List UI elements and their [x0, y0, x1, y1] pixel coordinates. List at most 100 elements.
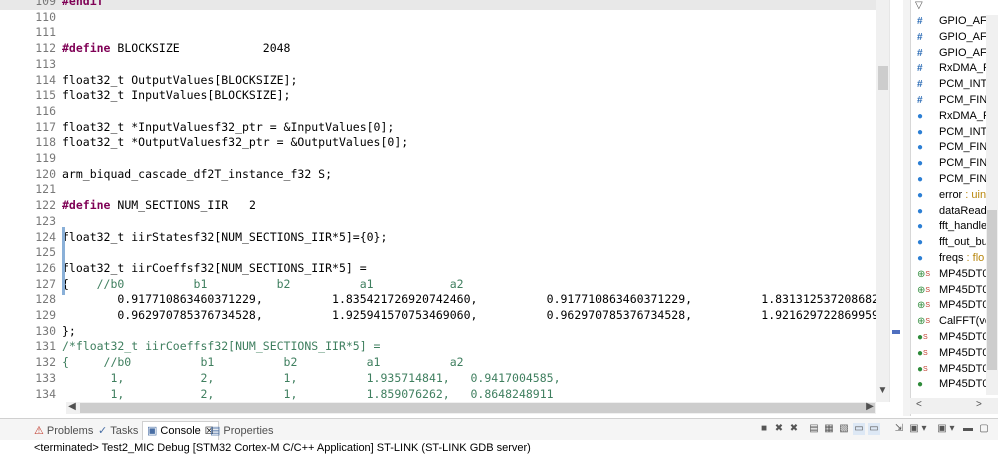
display-selected-console-icon[interactable]: ▣ [908, 423, 920, 435]
tab-problems[interactable]: ⚠ Problems [34, 422, 93, 440]
tab-properties[interactable]: ▤ Properties [210, 422, 274, 440]
editor-vertical-scrollbar[interactable] [876, 0, 889, 402]
outline-item[interactable]: ●S MP45DT0 [917, 330, 989, 346]
code-token: NUM_SECTIONS_IIR 2 [110, 198, 256, 213]
outline-item-label: MP45DT0 [939, 283, 989, 296]
outline-item[interactable]: # GPIO_AFF [917, 46, 993, 62]
macro-icon: # [917, 63, 923, 75]
line-number: 116 [35, 103, 56, 118]
word-wrap-icon[interactable]: ▧ [838, 423, 850, 435]
remove-all-terminated-icon[interactable]: ✖ [788, 423, 800, 435]
remove-launch-icon[interactable]: ✖ [773, 423, 785, 435]
code-line[interactable]: 112 #define BLOCKSIZE 2048 [0, 41, 876, 57]
code-line[interactable]: 126 float32_t iirCoeffsf32[NUM_SECTIONS_I… [0, 261, 876, 277]
code-line[interactable]: 131 /*float32_t iirCoeffsf32[NUM_SECTIONS… [0, 339, 876, 355]
overview-ruler[interactable] [889, 0, 904, 402]
show-on-stderr-icon[interactable]: ▭ [868, 423, 880, 435]
outline-item[interactable]: # PCM_INTI [917, 77, 990, 93]
variable-icon: ● [917, 110, 924, 122]
editor-vertical-scroll-thumb[interactable] [878, 66, 888, 90]
outline-item[interactable]: ⊕S MP45DT0 [917, 283, 989, 299]
scroll-lock-icon[interactable]: ▦ [823, 423, 835, 435]
outline-item[interactable]: ⊕S CalFFT(vc [917, 314, 990, 330]
outline-horizontal-scrollbar[interactable]: < > [910, 398, 998, 414]
show-on-stdout-icon[interactable]: ▭ [853, 423, 865, 435]
outline-item[interactable]: ● fft_out_bu [917, 235, 988, 251]
minimize-icon[interactable]: ▬ [962, 423, 974, 435]
outline-item-label: PCM_FIN/ [939, 141, 991, 154]
code-line[interactable]: 129 0.962970785376734528, 1.925941570753… [0, 308, 893, 324]
scroll-down-arrow-icon[interactable]: ▼ [876, 384, 889, 398]
code-line[interactable]: 128 0.917710863460371229, 1.835421726920… [0, 292, 893, 308]
tab-tasks[interactable]: ✓ Tasks [98, 422, 138, 440]
outline-item[interactable]: ● fft_handle [917, 219, 987, 235]
comment-token: 1, 2, 1, 1.859076262, 0.8648248911 [62, 386, 554, 401]
code-line[interactable]: 127 { //b0 b1 b2 a1 a2 [0, 277, 876, 293]
outline-item[interactable]: # GPIO_AFF [917, 30, 993, 46]
outline-item[interactable]: ● PCM_INTI [917, 125, 990, 141]
outline-item[interactable]: ● PCM_FIN/ [917, 156, 990, 172]
clear-console-icon[interactable]: ▤ [808, 423, 820, 435]
static-badge-icon: S [925, 302, 931, 310]
code-token: }; [62, 323, 76, 338]
outline-item[interactable]: ● MP45DT0 [917, 377, 989, 393]
outline-item[interactable]: ● freqs : flo [917, 251, 984, 267]
outline-scroll-left-icon[interactable]: < [916, 399, 922, 410]
macro-icon: # [917, 95, 923, 106]
outline-scroll-thumb[interactable] [987, 210, 997, 370]
code-line[interactable]: 113 [0, 57, 876, 73]
maximize-icon[interactable]: ▢ [978, 423, 990, 435]
terminate-icon[interactable]: ■ [758, 423, 770, 435]
outline-item[interactable]: ● RxDMA_F [917, 109, 990, 125]
console-output[interactable]: <terminated> Test2_MIC Debug [STM32 Cort… [0, 440, 998, 472]
code-line[interactable]: 130}; [0, 324, 876, 340]
outline-item[interactable]: ⊕S MP45DT0 [917, 267, 989, 283]
scroll-left-arrow-icon[interactable]: ◀ [66, 401, 78, 413]
code-line[interactable]: 125 [0, 245, 876, 261]
outline-item[interactable]: ●S MP45DT0 [917, 346, 989, 362]
outline-item[interactable]: ● PCM_FIN/ [917, 172, 990, 188]
editor-horizontal-scroll-thumb[interactable] [80, 403, 875, 413]
outline-item[interactable]: ⊕S MP45DT0 [917, 298, 989, 314]
outline-item[interactable]: # GPIO_AFF [917, 14, 993, 30]
scroll-right-arrow-icon[interactable]: ▶ [864, 401, 876, 413]
code-line[interactable]: 133 1, 2, 1, 1.935714841, 0.9417004585, [0, 371, 876, 387]
variable-icon: ● [917, 221, 924, 233]
open-console-icon[interactable]: ▣ [936, 423, 948, 435]
code-editor[interactable]: 109 #endif 110 111 112 #define BLOCKSIZE 2048… [0, 0, 893, 402]
code-line[interactable]: 134 1, 2, 1, 1.859076262, 0.8648248911 [0, 387, 876, 403]
outline-item[interactable]: ● PCM_FIN/ [917, 140, 990, 156]
code-line[interactable]: 121 [0, 182, 876, 198]
display-console-dropdown-icon[interactable]: ▾ [920, 423, 928, 435]
code-line[interactable]: 117 float32_t *InputValuesf32_ptr = &Inpu… [0, 120, 876, 136]
code-line[interactable]: 122 #define NUM_SECTIONS_IIR 2 [0, 198, 876, 214]
outline-menu-chevron-icon[interactable]: ▽ [915, 0, 923, 11]
outline-item[interactable]: # PCM_FIN/ [917, 93, 990, 109]
code-line[interactable]: 123 [0, 214, 876, 230]
code-line[interactable]: 110 [0, 10, 876, 26]
code-line[interactable]: 116 [0, 104, 876, 120]
outline-item[interactable]: ● error : uin [917, 188, 986, 204]
code-line[interactable]: 109 #endif [0, 0, 876, 10]
outline-item[interactable]: # RxDMA_F [917, 61, 990, 77]
code-line[interactable]: 124 float32_t iirStatesf32[NUM_SECTIONS_I… [0, 230, 876, 246]
pin-console-icon[interactable]: ⇲ [893, 423, 905, 435]
code-line[interactable]: 120 arm_biquad_cascade_df2T_instance_f32 … [0, 167, 876, 183]
open-console-dropdown-icon[interactable]: ▾ [948, 423, 956, 435]
view-sash[interactable] [903, 0, 910, 416]
outline-scroll-right-icon[interactable]: > [976, 399, 982, 410]
code-line[interactable]: 132 { //b0 b1 b2 a1 a2 [0, 355, 876, 371]
code-line[interactable]: 114 float32_t OutputValues[BLOCKSIZE]; [0, 73, 876, 89]
static-badge-icon: S [923, 365, 928, 373]
code-line[interactable]: 115 float32_t InputValues[BLOCKSIZE]; [0, 88, 876, 104]
code-line[interactable]: 118 float32_t *OutputValuesf32_ptr = &Out… [0, 135, 876, 151]
line-number: 122 [35, 198, 56, 213]
variable-icon: ● [917, 142, 924, 154]
tab-console[interactable]: ▣ Console ☒ [142, 421, 219, 440]
outline-item[interactable]: ● dataRead [917, 204, 987, 220]
code-line[interactable]: 111 [0, 25, 876, 41]
ruler-marker[interactable] [892, 330, 900, 334]
keyword-token: #endif [62, 0, 104, 8]
outline-item[interactable]: ●S MP45DT0 [917, 362, 989, 378]
code-line[interactable]: 119 [0, 151, 876, 167]
